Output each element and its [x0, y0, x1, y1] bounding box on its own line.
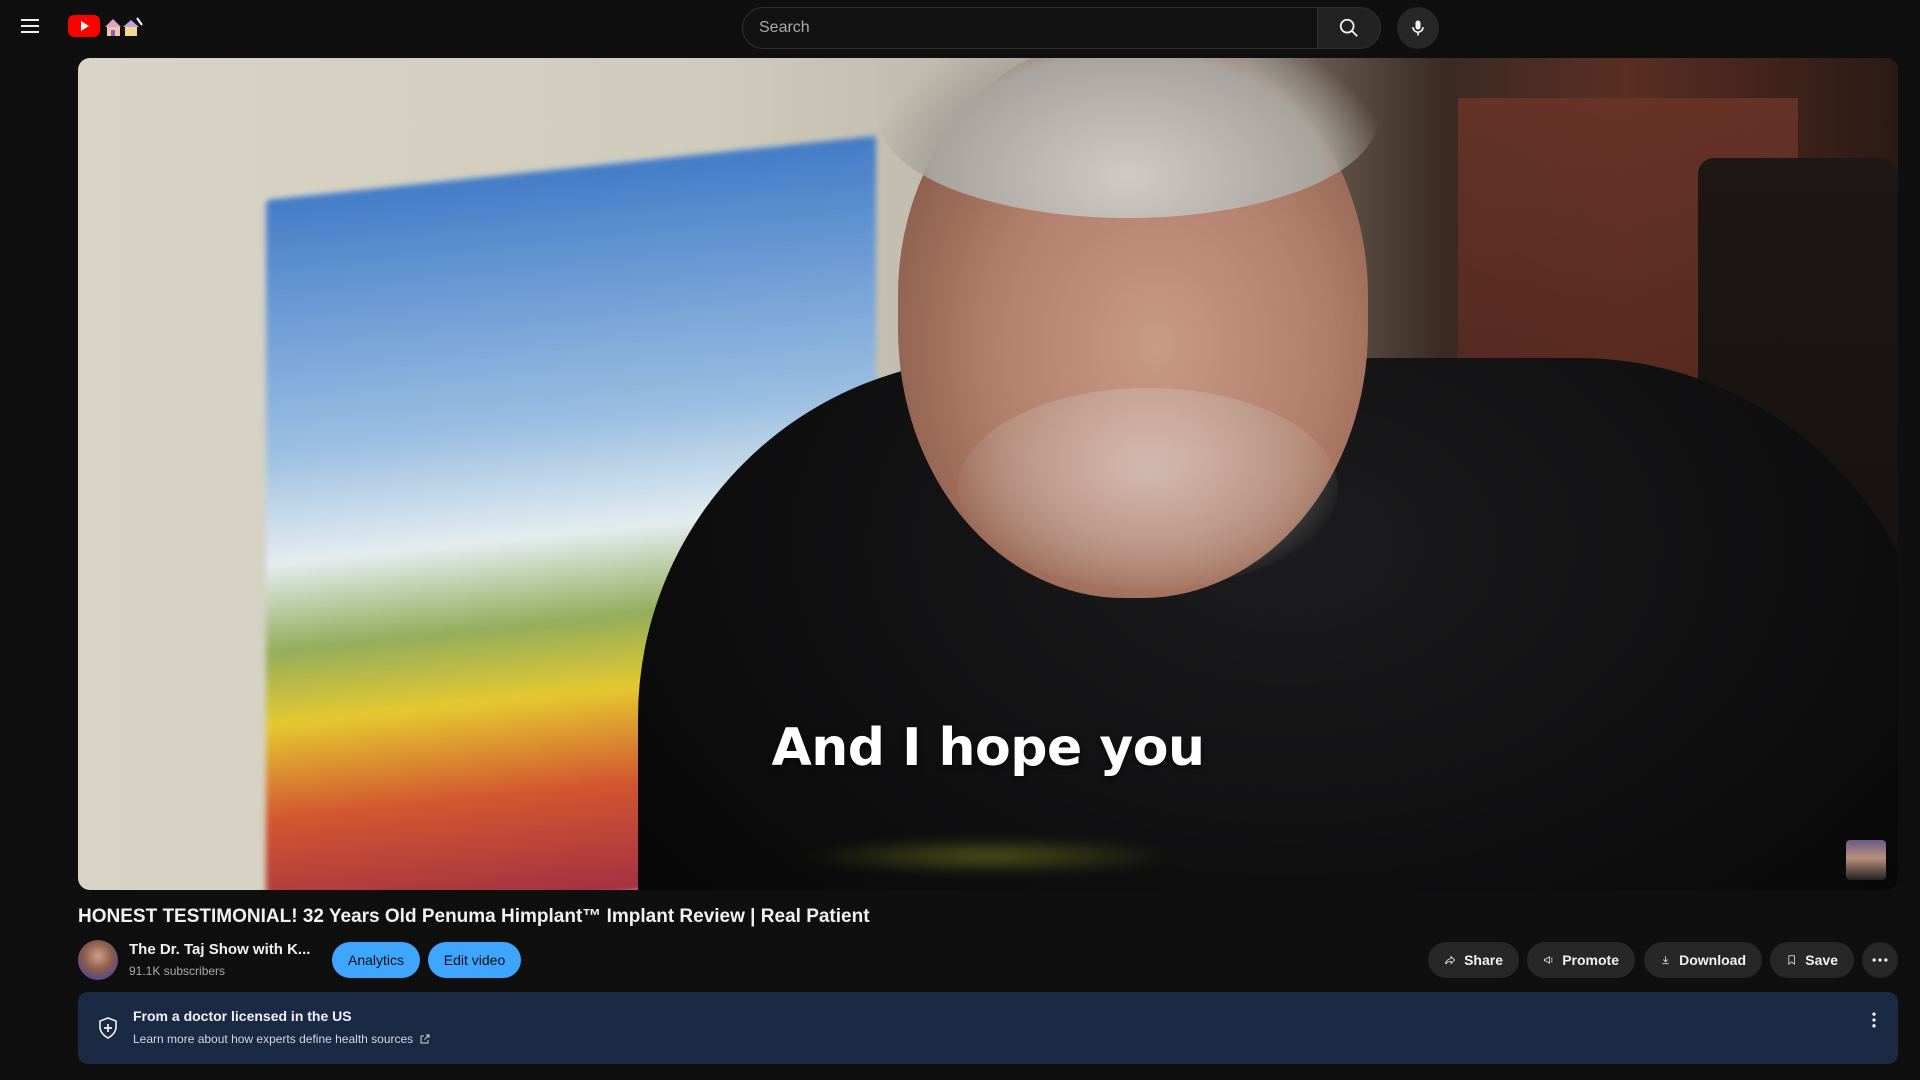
video-person-beard — [958, 388, 1338, 588]
top-bar — [0, 0, 1920, 56]
bookmark-icon — [1788, 955, 1795, 966]
more-actions-button[interactable] — [1862, 942, 1898, 978]
search-icon — [1339, 18, 1358, 37]
save-label: Save — [1805, 952, 1838, 968]
caption-next-line — [798, 838, 1178, 874]
analytics-button[interactable]: Analytics — [332, 942, 420, 978]
share-label: Share — [1464, 952, 1503, 968]
save-button[interactable]: Save — [1770, 942, 1854, 978]
doodle-icon — [103, 15, 143, 37]
external-link-icon — [420, 1034, 430, 1044]
channel-avatar[interactable] — [78, 940, 118, 980]
microphone-icon — [1412, 20, 1424, 36]
analytics-label: Analytics — [347, 952, 405, 968]
video-title: HONEST TESTIMONIAL! 32 Years Old Penuma … — [78, 906, 870, 927]
voice-search-button[interactable] — [1397, 7, 1439, 49]
more-horizontal-icon — [1872, 958, 1888, 962]
youtube-logo[interactable] — [68, 14, 143, 38]
shield-plus-icon — [99, 1017, 117, 1039]
search-bar — [742, 7, 1439, 49]
health-panel-title: From a doctor licensed in the US — [133, 1008, 352, 1024]
promote-label: Promote — [1562, 952, 1619, 968]
subscriber-count: 91.1K subscribers — [129, 964, 226, 978]
promote-button[interactable]: Promote — [1527, 942, 1635, 978]
more-vertical-icon — [1872, 1012, 1876, 1028]
edit-video-label: Edit video — [443, 952, 506, 968]
youtube-logo-icon — [68, 15, 100, 37]
channel-name[interactable]: The Dr. Taj Show with K... — [129, 941, 310, 958]
download-icon — [1662, 956, 1669, 965]
share-button[interactable]: Share — [1428, 942, 1519, 978]
edit-video-button[interactable]: Edit video — [428, 942, 521, 978]
share-icon — [1445, 955, 1456, 965]
health-link-text: Learn more about how experts define heal… — [133, 1032, 414, 1046]
search-input[interactable] — [742, 7, 1317, 49]
menu-button[interactable] — [14, 10, 46, 42]
channel-watermark[interactable] — [1846, 840, 1886, 880]
health-source-panel: From a doctor licensed in the US Learn m… — [78, 992, 1898, 1064]
health-panel-menu-button[interactable] — [1862, 1008, 1886, 1032]
download-button[interactable]: Download — [1644, 942, 1762, 978]
health-learn-more-link[interactable]: Learn more about how experts define heal… — [133, 1032, 431, 1046]
channel-row: The Dr. Taj Show with K... 91.1K subscri… — [78, 938, 1898, 982]
video-caption: And I hope you — [771, 718, 1205, 778]
megaphone-icon — [1544, 956, 1553, 964]
video-player[interactable]: And I hope you — [78, 58, 1898, 890]
hamburger-icon — [21, 19, 39, 33]
search-button[interactable] — [1317, 7, 1381, 49]
download-label: Download — [1679, 952, 1746, 968]
